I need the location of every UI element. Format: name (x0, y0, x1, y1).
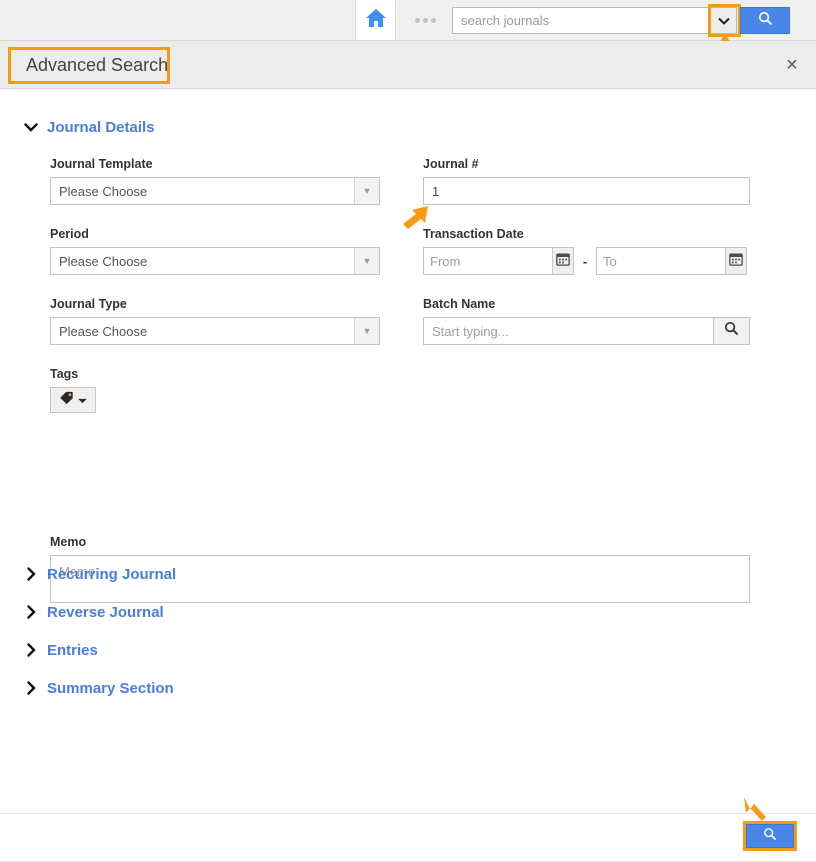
section-header-recurring-journal[interactable]: Recurring Journal (24, 566, 176, 583)
page-title: Advanced Search (26, 55, 169, 75)
field-label: Tags (50, 367, 79, 381)
search-dropdown-button[interactable] (710, 8, 736, 33)
select-value: Please Choose (59, 323, 148, 339)
search-icon (758, 11, 773, 31)
journal-number-input[interactable] (423, 177, 750, 205)
date-from-input[interactable] (424, 248, 552, 274)
search-icon (763, 827, 777, 846)
field-label: Journal # (423, 157, 479, 171)
caret-down-icon (78, 391, 87, 409)
section-header-reverse-journal[interactable]: Reverse Journal (24, 604, 176, 621)
field-label: Batch Name (423, 297, 496, 311)
section-label: Reverse Journal (47, 604, 164, 621)
field-period: Period Please Choose ▼ (50, 227, 380, 275)
field-label: Period (50, 227, 89, 241)
field-label: Journal Type (50, 297, 127, 311)
form-column-left: Journal Template Please Choose ▼ Period … (50, 157, 380, 435)
section-label: Entries (47, 642, 98, 659)
field-batch-name: Batch Name (423, 297, 750, 345)
dialog-header: Advanced Search × (0, 41, 816, 89)
tag-icon (59, 390, 74, 410)
field-journal-number: Journal # (423, 157, 750, 205)
transaction-date-to (596, 247, 747, 275)
ellipsis-icon (430, 17, 436, 23)
batch-name-lookup (423, 317, 750, 345)
dialog-footer (0, 813, 816, 862)
calendar-icon-button-to[interactable] (724, 248, 746, 274)
top-toolbar (0, 0, 816, 60)
chevron-down-icon (24, 121, 38, 134)
batch-name-search-button[interactable] (713, 317, 750, 345)
section-header-journal-details[interactable]: Journal Details (24, 119, 155, 136)
home-button[interactable] (355, 0, 396, 40)
section-label: Recurring Journal (47, 566, 177, 583)
transaction-date-from (423, 247, 574, 275)
ellipsis-icon (422, 17, 428, 23)
search-icon (724, 321, 739, 341)
field-transaction-date: Transaction Date From - To (423, 227, 750, 275)
caret-down-icon: ▼ (354, 318, 379, 344)
more-options-button[interactable] (405, 0, 445, 40)
journal-template-select[interactable]: Please Choose ▼ (50, 177, 380, 205)
select-value: Please Choose (59, 253, 148, 269)
section-header-summary-section[interactable]: Summary Section (24, 680, 176, 697)
toolbar-left-spacer (0, 0, 354, 40)
journal-type-select[interactable]: Please Choose ▼ (50, 317, 380, 345)
field-tags: Tags (50, 367, 380, 413)
select-value: Please Choose (59, 183, 148, 199)
field-label: Journal Template (50, 157, 153, 171)
caret-down-icon: ▼ (354, 248, 379, 274)
close-button[interactable]: × (780, 53, 804, 77)
chevron-right-icon (24, 566, 38, 583)
calendar-icon (556, 252, 570, 271)
global-search-box (452, 7, 737, 34)
chevron-right-icon (24, 604, 38, 621)
calendar-icon-button-from[interactable] (551, 248, 573, 274)
search-input[interactable] (453, 8, 710, 33)
chevron-down-icon (717, 12, 730, 30)
collapsed-sections: Recurring Journal Reverse Journal Entrie… (24, 566, 176, 718)
batch-name-input[interactable] (423, 317, 713, 345)
field-label: Memo (50, 535, 87, 549)
field-label: Transaction Date (423, 227, 524, 241)
form-column-right: Journal # Transaction Date (423, 157, 750, 367)
field-journal-type: Journal Type Please Choose ▼ (50, 297, 380, 345)
section-label: Journal Details (47, 119, 155, 136)
global-search-button[interactable] (740, 7, 790, 34)
chevron-right-icon (24, 642, 38, 659)
section-label: Summary Section (47, 680, 174, 697)
ellipsis-icon (414, 17, 420, 23)
chevron-right-icon (24, 680, 38, 697)
period-select[interactable]: Please Choose ▼ (50, 247, 380, 275)
date-to-input[interactable] (597, 248, 725, 274)
tags-dropdown-button[interactable] (50, 387, 96, 413)
submit-search-button[interactable] (746, 824, 794, 848)
field-journal-template: Journal Template Please Choose ▼ (50, 157, 380, 205)
caret-down-icon: ▼ (354, 178, 379, 204)
advanced-search-form: Journal Details Journal Template Please … (0, 89, 816, 813)
section-header-entries[interactable]: Entries (24, 642, 176, 659)
date-range-separator: - (582, 253, 588, 269)
home-icon (365, 8, 387, 33)
calendar-icon (729, 252, 743, 271)
